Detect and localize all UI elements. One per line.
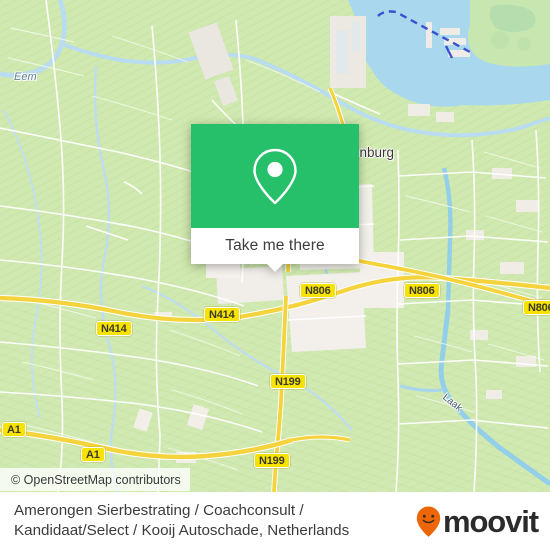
road-shield-n806-2[interactable]: N806 xyxy=(404,283,440,298)
road-shield-a1-2[interactable]: A1 xyxy=(81,447,105,462)
road-shield-n414-2[interactable]: N414 xyxy=(96,321,132,336)
popup-pointer-tail xyxy=(266,263,284,272)
moovit-brand[interactable]: moovit xyxy=(415,503,539,539)
map-canvas[interactable]: Eem enburg Laak N806 N806 N806 N414 N414… xyxy=(0,0,550,492)
road-shield-n199-1[interactable]: N199 xyxy=(270,374,306,389)
osm-attribution[interactable]: © OpenStreetMap contributors xyxy=(0,468,190,491)
road-shield-n199-2[interactable]: N199 xyxy=(254,453,290,468)
road-shield-n414-1[interactable]: N414 xyxy=(204,307,240,322)
map-pin-icon xyxy=(253,148,297,205)
popup-header xyxy=(191,124,359,228)
take-me-there-label: Take me there xyxy=(225,237,325,254)
road-shield-n806-1[interactable]: N806 xyxy=(300,283,336,298)
road-shield-n806-3[interactable]: N806 xyxy=(523,300,550,315)
popup-footer[interactable]: Take me there xyxy=(191,228,359,272)
bottom-info-bar: Amerongen Sierbestrating / Coachconsult … xyxy=(0,492,550,550)
page-title: Amerongen Sierbestrating / Coachconsult … xyxy=(14,501,350,540)
osm-attribution-text: © OpenStreetMap contributors xyxy=(11,472,181,487)
map-label-eem: Eem xyxy=(14,71,37,83)
moovit-smiley-pin-icon xyxy=(415,505,442,538)
moovit-wordmark: moovit xyxy=(442,503,539,539)
road-shield-a1-1[interactable]: A1 xyxy=(2,422,26,437)
moovit-map-page: Eem enburg Laak N806 N806 N806 N414 N414… xyxy=(0,0,550,550)
location-popup-card[interactable]: Take me there xyxy=(191,124,359,272)
